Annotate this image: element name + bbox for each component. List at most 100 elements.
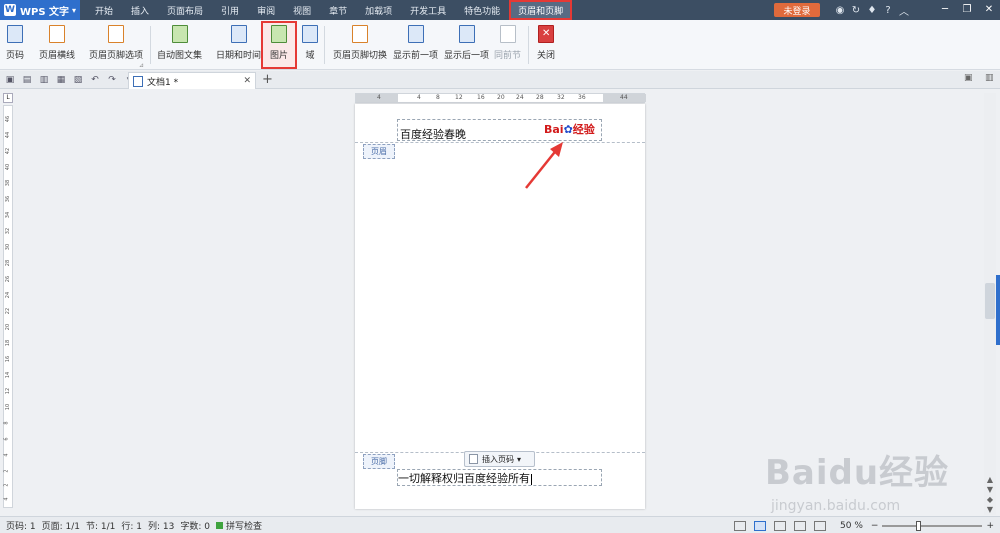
ruler-tick: 44 <box>620 94 628 101</box>
outline-view-icon[interactable] <box>774 520 787 531</box>
zoom-slider-knob[interactable] <box>916 520 922 531</box>
ruler-tick: 20 <box>5 323 12 331</box>
tab-addins[interactable]: 加载项 <box>356 0 401 20</box>
sidebar-toggle-icon[interactable]: ▣ <box>964 73 973 83</box>
zoom-in-icon[interactable]: + <box>986 521 994 531</box>
insert-page-number-button[interactable]: 插入页码 ▾ <box>464 451 535 467</box>
watermark: Baidu经验 jingyan.baidu.com <box>765 445 949 514</box>
tab-start[interactable]: 开始 <box>86 0 122 20</box>
tab-insert[interactable]: 插入 <box>122 0 158 20</box>
zoom-out-icon[interactable]: − <box>871 521 879 531</box>
tab-view[interactable]: 视图 <box>284 0 320 20</box>
new-tab-button[interactable]: + <box>262 72 273 88</box>
status-word-count[interactable]: 字数: 0 <box>180 519 210 532</box>
options-icon <box>108 25 124 43</box>
close-window-icon[interactable]: ✕ <box>978 0 1000 20</box>
watermark-brand: Baidu经验 <box>765 453 950 493</box>
ruler-tick: 10 <box>5 403 12 411</box>
horizontal-ruler[interactable]: 4 4 8 12 16 20 24 28 32 36 44 <box>355 93 646 103</box>
switch-header-footer-button[interactable]: 页眉页脚切换 <box>333 23 387 67</box>
previous-icon <box>407 25 424 43</box>
page-number-icon <box>469 454 478 464</box>
ruler-tick: 4 <box>3 497 10 501</box>
refresh-icon[interactable]: ↻ <box>848 5 864 16</box>
baidu-jingyan-logo[interactable]: Bai✿经验 <box>544 121 595 137</box>
header-line-button[interactable]: 页眉横线 <box>39 23 75 67</box>
field-button[interactable]: 域 <box>302 23 318 67</box>
status-pages: 页面: 1/1 <box>41 521 81 532</box>
page-view-icon[interactable] <box>754 520 767 531</box>
close-header-footer-button[interactable]: 关闭 <box>537 23 555 67</box>
fullscreen-icon[interactable] <box>734 520 747 531</box>
header-line-label: 页眉横线 <box>39 51 76 61</box>
auto-text-button[interactable]: 自动图文集 <box>157 23 202 67</box>
ruler-tick: 18 <box>5 339 12 347</box>
same-as-previous-button[interactable]: 同前节 <box>494 23 521 67</box>
ruler-tick: 26 <box>5 275 12 283</box>
header-divider <box>355 142 645 143</box>
web-view-icon[interactable] <box>794 520 807 531</box>
status-page-number: 页码: 1 <box>6 521 36 532</box>
undo-icon[interactable]: ↶ <box>88 74 102 86</box>
print-preview-icon[interactable]: ▧ <box>71 74 85 86</box>
ruler-tick: 30 <box>5 243 12 251</box>
side-panel-handle[interactable] <box>996 275 1000 345</box>
print-icon[interactable]: ▦ <box>54 74 68 86</box>
document-tab[interactable]: 文档1 * ✕ <box>128 72 256 89</box>
ruler-tick: 8 <box>3 421 10 425</box>
tab-section[interactable]: 章节 <box>320 0 356 20</box>
chevron-up-icon[interactable]: ︿ <box>896 3 912 18</box>
zoom-level[interactable]: 50 % <box>840 521 863 531</box>
ruler-tick: 32 <box>5 227 12 235</box>
app-name: WPS 文字 <box>20 6 70 18</box>
play-icon[interactable]: ◉ <box>832 5 848 16</box>
app-menu-button[interactable]: W WPS 文字 ▾ <box>0 0 80 20</box>
auto-text-icon <box>171 25 188 43</box>
save-icon[interactable]: ▤ <box>20 74 34 86</box>
dialog-launcher-icon[interactable]: ⊿ <box>139 62 144 69</box>
ruler-tick: 2 <box>3 483 10 487</box>
tab-page-layout[interactable]: 页面布局 <box>158 0 212 20</box>
page-number-button[interactable]: 页码 <box>6 23 24 67</box>
tab-review[interactable]: 审阅 <box>248 0 284 20</box>
sidebar-icon[interactable]: ▥ <box>985 73 994 83</box>
page-nav-buttons[interactable]: ▲ ▼ ◆ ▼ <box>985 475 995 515</box>
vertical-ruler[interactable]: 46 44 42 40 38 36 34 32 30 28 26 24 22 2… <box>3 105 13 508</box>
switch-icon <box>352 25 368 43</box>
zoom-slider[interactable] <box>882 520 983 531</box>
ribbon-divider <box>528 26 529 64</box>
skin-icon[interactable]: ♦ <box>864 5 880 16</box>
export-pdf-icon[interactable]: ▥ <box>37 74 51 86</box>
tab-stop-selector[interactable]: L <box>3 93 13 103</box>
tab-features[interactable]: 特色功能 <box>455 0 509 20</box>
chevron-down-icon: ▾ <box>517 454 522 464</box>
close-tab-icon[interactable]: ✕ <box>243 76 251 86</box>
show-next-button[interactable]: 显示后一项 <box>444 23 489 67</box>
page-number-icon <box>7 25 23 43</box>
footer-text[interactable]: 一切解释权归百度经验所有 <box>398 470 532 486</box>
show-previous-button[interactable]: 显示前一项 <box>393 23 438 67</box>
restore-icon[interactable]: ❐ <box>956 0 978 20</box>
help-icon[interactable]: ? <box>880 5 896 16</box>
header-text[interactable]: 百度经验春晚 <box>400 126 466 142</box>
spell-check-button[interactable]: 拼写检查 <box>216 519 262 532</box>
tab-developer[interactable]: 开发工具 <box>401 0 455 20</box>
vertical-scrollbar[interactable]: ▲ ▼ ◆ ▼ <box>984 93 996 515</box>
document-page[interactable]: 百度经验春晚 Bai✿经验 页眉 页脚 插入页码 ▾ 一切解释权归百度经验所有 <box>355 104 645 509</box>
header-footer-options-button[interactable]: 页眉页脚选项 <box>89 23 143 67</box>
minimize-icon[interactable]: ─ <box>934 0 956 20</box>
menu-tabs: 开始 插入 页面布局 引用 审阅 视图 章节 加载项 开发工具 特色功能 页眉和… <box>86 0 573 20</box>
ribbon-divider <box>324 26 325 64</box>
scrollbar-thumb[interactable] <box>985 283 995 319</box>
picture-button[interactable]: 图片 <box>261 21 297 69</box>
next-icon <box>458 25 475 43</box>
tab-header-footer[interactable]: 页眉和页脚 <box>509 0 573 20</box>
logo-text-cn: 经验 <box>572 123 595 136</box>
redo-icon[interactable]: ↷ <box>105 74 119 86</box>
login-button[interactable]: 未登录 <box>774 3 820 17</box>
tab-references[interactable]: 引用 <box>212 0 248 20</box>
date-time-button[interactable]: 日期和时间 <box>216 23 261 67</box>
ruler-tick: 32 <box>557 94 565 101</box>
reading-view-icon[interactable] <box>814 520 827 531</box>
open-folder-icon[interactable]: ▣ <box>3 74 17 86</box>
